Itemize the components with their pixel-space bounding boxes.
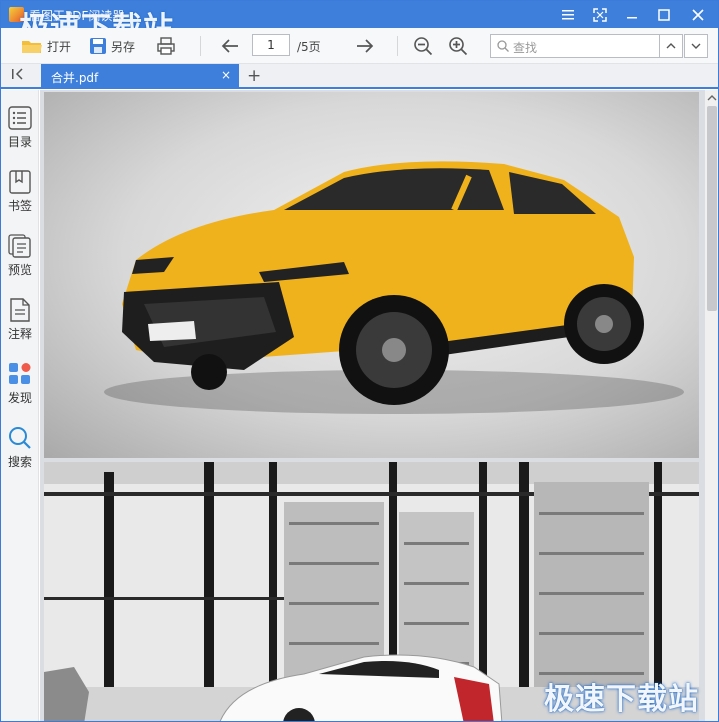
title-bar: 看图王PDF阅读器 极速下载站	[1, 1, 718, 46]
zoom-out-button[interactable]	[413, 34, 433, 58]
chevron-down-icon	[691, 43, 701, 49]
scroll-up-icon[interactable]	[705, 92, 719, 104]
search-icon	[9, 427, 31, 449]
sidebar-item-label: 目录	[7, 135, 32, 149]
new-tab-icon[interactable]: +	[247, 66, 261, 86]
search-prev-button[interactable]	[659, 34, 683, 58]
tab-label: 合并.pdf	[51, 71, 99, 85]
sidebar-item-contents[interactable]: 目录	[1, 106, 39, 162]
open-button[interactable]: 打开	[21, 34, 71, 58]
preview-icon	[8, 234, 31, 258]
tab-bar: 合并.pdf × +	[1, 64, 718, 89]
zoom-in-icon	[449, 37, 468, 56]
app-window: 看图王PDF阅读器 极速下载站 打开 另存	[0, 0, 719, 722]
arrow-right-icon	[357, 39, 374, 53]
zoom-in-button[interactable]	[448, 34, 468, 58]
maximize-icon[interactable]	[648, 1, 680, 28]
page-number-input[interactable]: 1	[252, 34, 290, 56]
search-next-button[interactable]	[684, 34, 708, 58]
arrow-left-icon	[221, 39, 238, 53]
sidebar-item-preview[interactable]: 预览	[1, 234, 39, 290]
print-icon	[157, 37, 175, 55]
bookmark-icon	[9, 170, 31, 194]
discover-icon	[9, 363, 31, 384]
print-button[interactable]	[156, 34, 176, 58]
sidebar-item-search[interactable]: 搜索	[1, 426, 39, 482]
tab-document[interactable]: 合并.pdf ×	[41, 64, 239, 89]
prev-page-button[interactable]	[220, 34, 240, 58]
search-placeholder: 查找	[513, 41, 538, 55]
search-input[interactable]: 查找	[490, 34, 660, 58]
vertical-scrollbar[interactable]	[705, 90, 719, 721]
saveas-label: 另存	[111, 39, 136, 54]
annotation-icon	[10, 298, 30, 322]
sidebar-item-label: 发现	[7, 391, 32, 405]
list-icon	[8, 106, 32, 130]
zoom-out-icon	[414, 37, 433, 56]
chevron-up-icon	[666, 43, 676, 49]
close-icon[interactable]	[682, 1, 714, 28]
pdf-page-image	[44, 92, 699, 458]
collapse-sidebar-icon[interactable]	[11, 68, 25, 84]
sidebar: 目录 书签 预览 注释 发现 搜索	[1, 90, 39, 721]
fullscreen-icon[interactable]	[584, 1, 616, 28]
next-page-button[interactable]	[355, 34, 375, 58]
page-total: /5页	[297, 40, 321, 54]
minimize-icon[interactable]	[616, 1, 648, 28]
search-icon	[497, 40, 509, 52]
toolbar-separator	[397, 36, 398, 56]
sidebar-item-discover[interactable]: 发现	[1, 362, 39, 418]
sidebar-item-annotations[interactable]: 注释	[1, 298, 39, 354]
open-label: 打开	[47, 39, 72, 54]
tab-close-icon[interactable]: ×	[221, 68, 231, 82]
toolbar-separator	[200, 36, 201, 56]
sidebar-item-bookmarks[interactable]: 书签	[1, 170, 39, 226]
sidebar-item-label: 预览	[7, 263, 32, 277]
folder-icon	[22, 41, 42, 53]
scrollbar-thumb[interactable]	[707, 106, 717, 311]
yellow-suv-image	[104, 161, 684, 414]
saveas-button[interactable]: 另存	[89, 34, 135, 58]
sidebar-item-label: 书签	[7, 199, 32, 213]
menu-icon[interactable]	[552, 1, 584, 28]
document-view[interactable]	[40, 90, 705, 721]
sidebar-item-label: 注释	[7, 327, 32, 341]
save-icon	[90, 38, 106, 54]
sidebar-item-label: 搜索	[7, 455, 32, 469]
toolbar: 打开 另存 1 /5页 查找	[1, 28, 718, 64]
watermark-bottom: 极速下载站	[544, 682, 699, 717]
